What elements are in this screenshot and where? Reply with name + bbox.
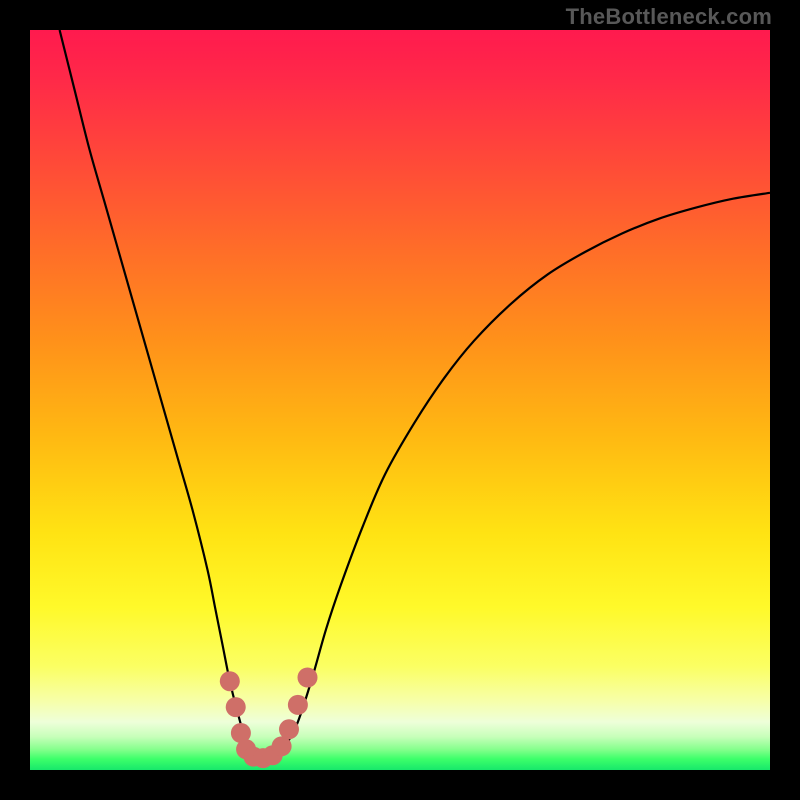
curve-marker xyxy=(220,671,240,691)
plot-area xyxy=(30,30,770,770)
curve-marker xyxy=(272,736,292,756)
bottleneck-curve xyxy=(30,30,770,770)
curve-marker xyxy=(279,719,299,739)
curve-marker xyxy=(298,668,318,688)
curve-marker xyxy=(288,695,308,715)
curve-marker xyxy=(226,697,246,717)
watermark-text: TheBottleneck.com xyxy=(566,4,772,30)
chart-frame: TheBottleneck.com xyxy=(0,0,800,800)
